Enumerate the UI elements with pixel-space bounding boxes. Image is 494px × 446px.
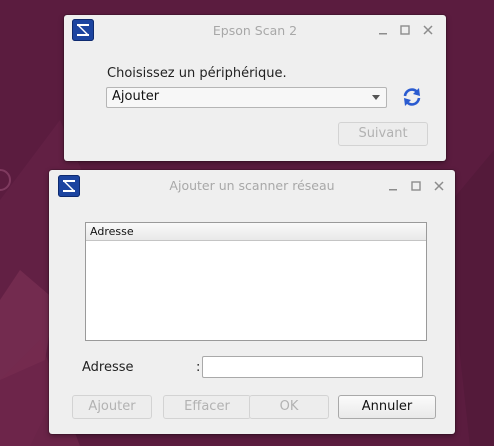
add-network-scanner-window: Ajouter un scanner réseau Adresse Adress… <box>49 170 455 434</box>
maximize-icon[interactable] <box>409 179 423 192</box>
maximize-icon[interactable] <box>398 23 412 36</box>
titlebar[interactable]: Ajouter un scanner réseau <box>49 170 455 200</box>
chevron-down-icon <box>372 95 380 100</box>
minimize-icon[interactable] <box>376 23 390 36</box>
choose-device-label: Choisissez un périphérique. <box>107 66 287 81</box>
column-header-address[interactable]: Adresse <box>86 223 426 241</box>
address-list[interactable]: Adresse <box>85 222 427 341</box>
add-button[interactable]: Ajouter <box>72 395 152 419</box>
address-input[interactable] <box>202 356 423 378</box>
next-button[interactable]: Suivant <box>338 122 428 146</box>
clear-button[interactable]: Effacer <box>163 395 251 419</box>
titlebar[interactable]: Epson Scan 2 <box>64 15 446 45</box>
cancel-button[interactable]: Annuler <box>338 395 436 419</box>
close-icon[interactable] <box>432 179 446 192</box>
close-icon[interactable] <box>421 23 435 36</box>
epson-scan-window: Epson Scan 2 Choisissez un périphérique.… <box>64 15 446 161</box>
device-select-value: Ajouter <box>112 89 160 104</box>
ok-button[interactable]: OK <box>249 395 329 419</box>
address-label: Adresse <box>82 360 134 375</box>
refresh-icon[interactable] <box>400 85 424 109</box>
colon-separator: : <box>196 360 201 375</box>
minimize-icon[interactable] <box>386 179 400 192</box>
device-select[interactable]: Ajouter <box>106 87 387 108</box>
